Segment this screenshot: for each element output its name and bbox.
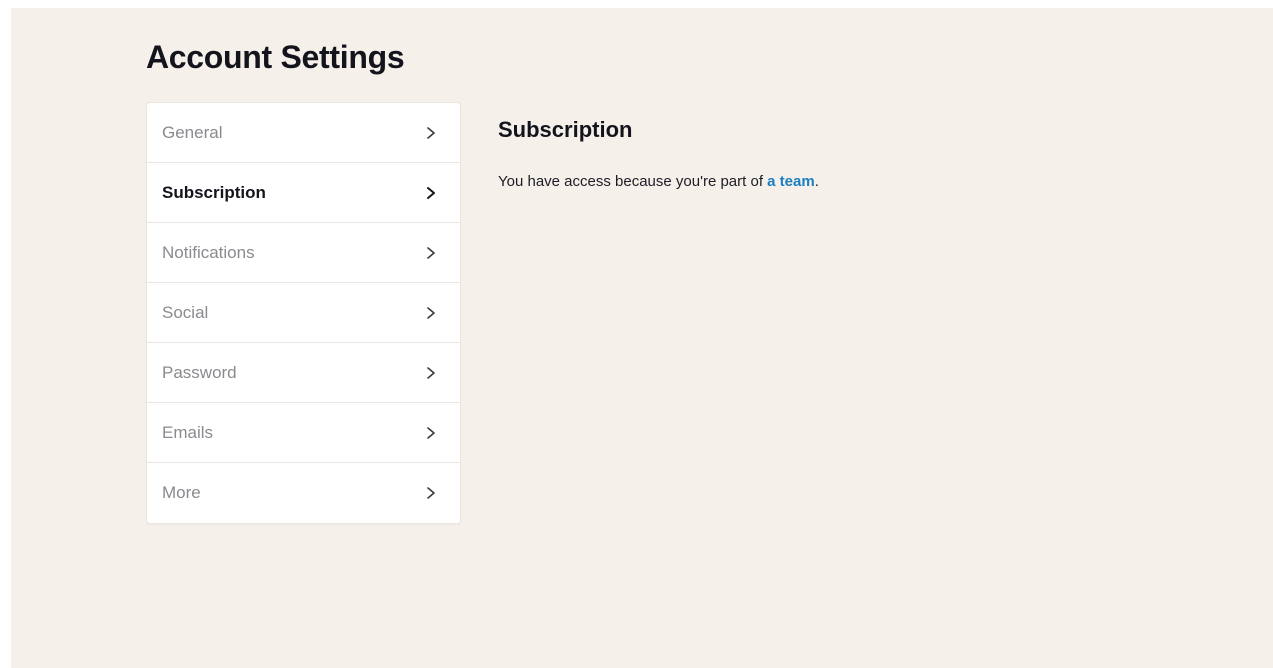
- status-text-after: .: [814, 173, 819, 190]
- nav-item-social[interactable]: Social: [147, 283, 460, 343]
- nav-item-more[interactable]: More: [147, 463, 460, 523]
- chevron-right-icon: [425, 305, 437, 321]
- section-title: Subscription: [498, 117, 633, 142]
- nav-item-label: Emails: [162, 422, 214, 442]
- page-title: Account Settings: [146, 39, 405, 75]
- nav-item-label: Social: [162, 302, 209, 322]
- chevron-right-icon: [425, 425, 437, 441]
- team-link[interactable]: a team: [767, 173, 815, 190]
- settings-nav: General Subscription Notifications Socia…: [146, 102, 461, 524]
- chevron-right-icon: [425, 125, 437, 141]
- chevron-right-icon: [425, 485, 437, 501]
- nav-item-password[interactable]: Password: [147, 343, 460, 403]
- nav-item-general[interactable]: General: [147, 103, 460, 163]
- chevron-right-icon: [425, 185, 437, 201]
- nav-item-label: Subscription: [162, 182, 266, 202]
- chevron-right-icon: [425, 365, 437, 381]
- nav-item-label: Password: [162, 362, 237, 382]
- nav-item-emails[interactable]: Emails: [147, 403, 460, 463]
- nav-item-label: Notifications: [162, 242, 255, 262]
- nav-item-subscription[interactable]: Subscription: [147, 163, 460, 223]
- nav-item-label: General: [162, 122, 223, 142]
- settings-page: Account Settings General Subscription No…: [11, 8, 1273, 668]
- status-text-before: You have access because you're part of: [498, 173, 768, 190]
- chevron-right-icon: [425, 245, 437, 261]
- nav-item-label: More: [162, 483, 201, 502]
- nav-item-notifications[interactable]: Notifications: [147, 223, 460, 283]
- subscription-status-text: You have access because you're part of a…: [498, 173, 819, 190]
